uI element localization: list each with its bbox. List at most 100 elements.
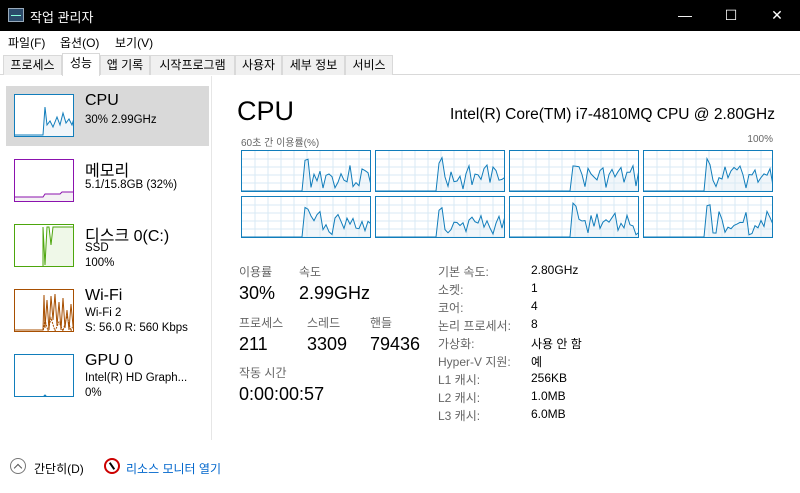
fewer-details-link[interactable]: 간단히(D) bbox=[34, 460, 84, 477]
core-graph bbox=[375, 150, 505, 192]
sidebar-wifi-throughput: S: 56.0 R: 560 Kbps bbox=[85, 322, 188, 334]
title-bar: 작업 관리자 — ☐ ✕ bbox=[0, 0, 800, 31]
threads-label: 스레드 bbox=[307, 316, 341, 330]
uptime-label: 작동 시간 bbox=[239, 366, 287, 380]
core-graph-svg bbox=[510, 197, 638, 237]
core-graph-svg bbox=[376, 151, 504, 191]
info-value: 2.80GHz bbox=[531, 263, 579, 277]
info-value: 사용 안 함 bbox=[531, 337, 582, 351]
memory-thumbnail-graph bbox=[14, 159, 74, 202]
maximize-button[interactable]: ☐ bbox=[708, 0, 754, 31]
info-value: 예 bbox=[531, 355, 543, 369]
disk-thumbnail-chart bbox=[42, 226, 73, 266]
open-resource-monitor-link[interactable]: 리소스 모니터 열기 bbox=[126, 460, 221, 477]
sidebar-wifi-adapter: Wi-Fi 2 bbox=[85, 307, 122, 319]
sidebar-cpu-usage: 30% 2.99GHz bbox=[85, 114, 157, 126]
cpu-thumbnail-graph bbox=[14, 94, 74, 137]
cpu-heading: CPU bbox=[237, 96, 295, 126]
info-value: 8 bbox=[531, 317, 538, 331]
core-graph-svg bbox=[510, 151, 638, 191]
info-value: 1.0MB bbox=[531, 389, 566, 403]
core-graph bbox=[241, 150, 371, 192]
info-label: 코어: bbox=[438, 301, 464, 315]
cpu-detail-panel: CPU Intel(R) Core(TM) i7-4810MQ CPU @ 2.… bbox=[213, 76, 800, 440]
resource-monitor-icon bbox=[104, 458, 120, 474]
tab-performance[interactable]: 성능 bbox=[62, 53, 100, 76]
gpu-thumbnail-graph bbox=[14, 354, 74, 397]
tab-startup[interactable]: 시작프로그램 bbox=[150, 55, 235, 75]
info-label: 논리 프로세서: bbox=[438, 319, 511, 333]
logical-processor-graphs bbox=[241, 150, 776, 240]
wifi-thumbnail-graph bbox=[14, 289, 74, 332]
menu-bar: 파일(F) 옵션(O) 보기(V) bbox=[0, 31, 800, 53]
tab-app-history[interactable]: 앱 기록 bbox=[100, 55, 150, 75]
core-graph bbox=[643, 150, 773, 192]
menu-file[interactable]: 파일(F) bbox=[8, 34, 45, 51]
sidebar-item-disk[interactable]: 디스크 0(C:) SSD 100% bbox=[6, 216, 209, 276]
minimize-button[interactable]: — bbox=[662, 0, 708, 31]
core-graph bbox=[375, 196, 505, 238]
tab-processes[interactable]: 프로세스 bbox=[3, 55, 62, 75]
speed-label: 속도 bbox=[299, 265, 322, 279]
info-value: 256KB bbox=[531, 371, 568, 385]
info-value: 4 bbox=[531, 299, 538, 313]
tab-users[interactable]: 사용자 bbox=[235, 55, 282, 75]
info-value: 1 bbox=[531, 281, 538, 295]
sidebar-cpu-title: CPU bbox=[85, 92, 119, 109]
core-graph bbox=[241, 196, 371, 238]
resource-sidebar: CPU 30% 2.99GHz 메모리 5.1/15.8GB (32%) 디스크… bbox=[0, 76, 212, 440]
tab-services[interactable]: 서비스 bbox=[345, 55, 393, 75]
sidebar-gpu-name: Intel(R) HD Graph... bbox=[85, 372, 188, 384]
tab-details[interactable]: 세부 정보 bbox=[282, 55, 345, 75]
info-label: L3 캐시: bbox=[438, 409, 481, 423]
chevron-up-icon[interactable] bbox=[10, 458, 26, 474]
gpu-thumbnail-chart bbox=[43, 394, 47, 396]
graph-max-label: 100% bbox=[747, 134, 773, 145]
sidebar-disk-type: SSD bbox=[85, 242, 109, 254]
core-graph-svg bbox=[644, 151, 772, 191]
handles-label: 핸들 bbox=[370, 316, 393, 330]
wifi-thumbnail-chart bbox=[15, 293, 73, 331]
menu-options[interactable]: 옵션(O) bbox=[60, 34, 99, 51]
info-label: L1 캐시: bbox=[438, 373, 481, 387]
sidebar-item-wifi[interactable]: Wi-Fi Wi-Fi 2 S: 56.0 R: 560 Kbps bbox=[6, 281, 209, 341]
core-graph-svg bbox=[376, 197, 504, 237]
sidebar-memory-usage: 5.1/15.8GB (32%) bbox=[85, 179, 178, 191]
threads-value: 3309 bbox=[307, 334, 348, 354]
task-manager-icon bbox=[8, 8, 24, 22]
info-value: 6.0MB bbox=[531, 407, 566, 421]
sidebar-item-memory[interactable]: 메모리 5.1/15.8GB (32%) bbox=[6, 151, 209, 211]
info-label: 가상화: bbox=[438, 337, 475, 351]
uptime-value: 0:00:00:57 bbox=[239, 384, 325, 404]
sidebar-gpu-usage: 0% bbox=[85, 387, 102, 399]
window-title: 작업 관리자 bbox=[30, 10, 94, 25]
bottom-bar: 간단히(D) 리소스 모니터 열기 bbox=[0, 453, 800, 493]
info-label: 기본 속도: bbox=[438, 265, 489, 279]
core-graph bbox=[643, 196, 773, 238]
sidebar-gpu-title: GPU 0 bbox=[85, 352, 134, 369]
core-graph bbox=[509, 150, 639, 192]
handles-value: 79436 bbox=[370, 334, 421, 354]
utilization-label: 이용률 bbox=[239, 265, 273, 279]
info-label: L2 캐시: bbox=[438, 391, 481, 405]
cpu-model-name: Intel(R) Core(TM) i7-4810MQ CPU @ 2.80GH… bbox=[450, 106, 775, 123]
processes-value: 211 bbox=[239, 334, 268, 354]
speed-value: 2.99GHz bbox=[299, 283, 371, 303]
cpu-thumbnail-chart bbox=[15, 106, 73, 136]
core-graph-svg bbox=[644, 197, 772, 237]
disk-thumbnail-graph bbox=[14, 224, 74, 267]
graph-caption: 60초 간 이용률(%) bbox=[241, 138, 320, 149]
memory-thumbnail-chart bbox=[15, 191, 73, 201]
sidebar-item-cpu[interactable]: CPU 30% 2.99GHz bbox=[6, 86, 209, 146]
utilization-value: 30% bbox=[239, 283, 276, 303]
close-button[interactable]: ✕ bbox=[754, 0, 800, 31]
core-graph-svg bbox=[242, 197, 370, 237]
sidebar-item-gpu[interactable]: GPU 0 Intel(R) HD Graph... 0% bbox=[6, 346, 209, 406]
tab-bar: 프로세스 성능 앱 기록 시작프로그램 사용자 세부 정보 서비스 bbox=[0, 53, 800, 76]
core-graph bbox=[509, 196, 639, 238]
sidebar-disk-usage: 100% bbox=[85, 257, 115, 269]
info-label: Hyper-V 지원: bbox=[438, 355, 511, 369]
processes-label: 프로세스 bbox=[239, 316, 284, 330]
sidebar-memory-title: 메모리 bbox=[85, 163, 130, 180]
menu-view[interactable]: 보기(V) bbox=[115, 34, 153, 51]
